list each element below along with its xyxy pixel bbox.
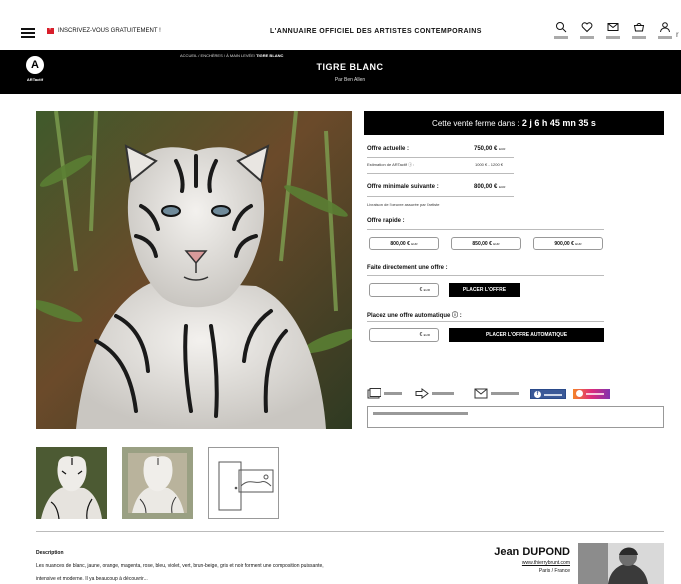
- breadcrumb-current: TIGRE BLANC: [256, 53, 284, 58]
- quick-offer-button-2[interactable]: 850,00 € EUR: [451, 237, 521, 250]
- logo[interactable]: A ARTactif: [24, 56, 46, 86]
- countdown-label: Cette vente ferme dans :: [432, 119, 520, 128]
- flag-icon: [47, 25, 54, 34]
- info-icon[interactable]: ⓘ: [452, 313, 458, 319]
- register-link[interactable]: INSCRIVEZ-VOUS GRATUITEMENT !: [47, 25, 161, 34]
- artist-photo[interactable]: [578, 543, 664, 584]
- current-offer-label: Offre actuelle :: [367, 146, 410, 152]
- artist-name[interactable]: Jean DUPOND: [490, 546, 570, 558]
- delivery-note: Livraison de l'oeuvre assurée par l'arti…: [367, 202, 440, 207]
- logo-brand: ARTactif: [26, 77, 44, 82]
- save-folder-icon: [367, 388, 381, 399]
- direct-offer-label: Faite directement une offre :: [367, 265, 448, 271]
- place-offer-button[interactable]: PLACER L'OFFRE: [449, 283, 520, 297]
- top-icons: [552, 21, 674, 45]
- artwork-main-image[interactable]: [36, 111, 352, 429]
- divider: [367, 229, 604, 230]
- facebook-icon: f: [534, 391, 541, 398]
- min-offer-value: 800,00 € EUR: [474, 184, 506, 190]
- share-row: f: [367, 388, 667, 402]
- logo-mark: A: [26, 56, 44, 74]
- menu-icon[interactable]: [21, 28, 35, 38]
- countdown-value: 2 j 6 h 45 mn 35 s: [521, 118, 596, 128]
- divider: [367, 157, 514, 158]
- quick-offer-button-1[interactable]: 800,00 € EUR: [369, 237, 439, 250]
- artwork-title: TIGRE BLANC: [316, 62, 384, 72]
- save-folder-button[interactable]: [367, 388, 402, 399]
- breadcrumb: ACCUEIL / ENCHÈRES / À MAIN LEVÉE/ TIGRE…: [180, 53, 283, 58]
- site-title: L'ANNUAIRE OFFICIEL DES ARTISTES CONTEMP…: [270, 28, 482, 35]
- breadcrumb-path[interactable]: ACCUEIL / ENCHÈRES / À MAIN LEVÉE/: [180, 53, 256, 58]
- artwork-artist: Par Ben Allen: [334, 77, 366, 83]
- cart-icon[interactable]: [630, 21, 648, 45]
- countdown-banner: Cette vente ferme dans : 2 j 6 h 45 mn 3…: [364, 111, 664, 135]
- divider: [367, 196, 514, 197]
- info-icon[interactable]: ⓘ: [408, 162, 412, 167]
- email-share-button[interactable]: [474, 388, 519, 399]
- search-icon[interactable]: [552, 21, 570, 45]
- heart-icon[interactable]: [578, 21, 596, 45]
- user-icon[interactable]: [656, 21, 674, 45]
- thumbnail-room-view[interactable]: [208, 447, 279, 519]
- overflow-char: r: [676, 30, 679, 39]
- divider: [367, 321, 604, 322]
- divider: [367, 173, 514, 174]
- facebook-share-button[interactable]: f: [530, 389, 566, 399]
- instagram-share-button[interactable]: [573, 389, 610, 399]
- description-text: Les nuances de blanc, jaune, orange, mag…: [36, 563, 324, 582]
- quick-offer-button-3[interactable]: 900,00 € EUR: [533, 237, 603, 250]
- share-link-field[interactable]: [367, 406, 664, 428]
- artist-website-link[interactable]: www.thierrybrunt.com: [490, 560, 570, 566]
- register-label: INSCRIVEZ-VOUS GRATUITEMENT !: [58, 28, 161, 34]
- auto-offer-label: Placez une offre automatique ⓘ :: [367, 313, 462, 319]
- estimate-label: Estimation de ARTactif ⓘ :: [367, 162, 415, 167]
- artist-location: Paris / France: [538, 568, 570, 574]
- artwork-header: A ARTactif ACCUEIL / ENCHÈRES / À MAIN L…: [0, 50, 681, 94]
- email-icon: [474, 388, 488, 399]
- divider: [36, 531, 664, 532]
- share-arrow-icon: [415, 388, 429, 399]
- direct-offer-input[interactable]: € EUR: [369, 283, 439, 297]
- quick-offer-label: Offre rapide :: [367, 218, 405, 224]
- thumbnail-2[interactable]: [122, 447, 193, 519]
- current-offer-value: 750,00 € EUR: [474, 146, 506, 152]
- instagram-icon: [576, 390, 583, 397]
- share-button[interactable]: [415, 388, 454, 399]
- mail-icon[interactable]: [604, 21, 622, 45]
- description-title: Description: [36, 550, 64, 556]
- auto-offer-input[interactable]: € EUR: [369, 328, 439, 342]
- min-offer-label: Offre minimale suivante :: [367, 184, 439, 190]
- place-auto-offer-button[interactable]: PLACER L'OFFRE AUTOMATIQUE: [449, 328, 604, 342]
- divider: [367, 275, 604, 276]
- thumbnail-1[interactable]: [36, 447, 107, 519]
- top-bar: INSCRIVEZ-VOUS GRATUITEMENT ! L'ANNUAIRE…: [0, 16, 681, 50]
- estimate-value: 1000 € - 1200 €: [475, 162, 504, 167]
